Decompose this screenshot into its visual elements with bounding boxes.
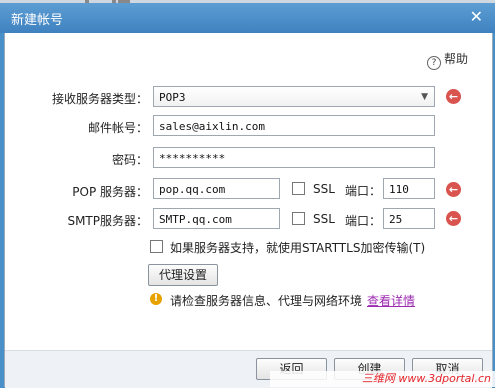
smtp-port-value: 25	[389, 213, 403, 226]
starttls-label[interactable]: 如果服务器支持，就使用STARTTLS加密传输(T)	[170, 239, 425, 256]
password-field[interactable]: **********	[153, 147, 435, 168]
password-label: 密码：	[111, 153, 148, 167]
receive-type-select[interactable]: POP3 ▼	[153, 86, 435, 107]
starttls-checkbox[interactable]	[150, 240, 163, 253]
help-link[interactable]: ? 帮助	[427, 50, 468, 70]
arrow-left-icon[interactable]: ←	[446, 182, 461, 197]
warning-icon: !	[150, 293, 162, 305]
smtp-port-field[interactable]: 25	[383, 208, 435, 229]
pop-port-label: 端口：	[345, 184, 382, 198]
close-icon[interactable]: ✕	[470, 9, 483, 25]
warning-text: 请检查服务器信息、代理与网络环境	[170, 294, 363, 308]
watermark: 三维网 www.3dportal.cn	[270, 371, 495, 387]
email-field[interactable]: sales@aixlin.com	[153, 115, 435, 136]
arrow-left-icon[interactable]: ←	[446, 211, 461, 226]
help-label: 帮助	[444, 52, 469, 66]
chevron-down-icon: ▼	[421, 92, 428, 102]
view-details-link[interactable]: 查看详情	[367, 292, 415, 309]
pop-server-value: pop.qq.com	[159, 183, 226, 196]
pop-server-field[interactable]: pop.qq.com	[153, 178, 280, 199]
smtp-ssl-checkbox[interactable]	[292, 212, 305, 225]
proxy-settings-button[interactable]: 代理设置	[148, 264, 218, 286]
smtp-port-label: 端口：	[345, 214, 382, 228]
receive-type-value: POP3	[159, 91, 186, 104]
email-value: sales@aixlin.com	[159, 120, 265, 133]
email-label: 邮件帐号：	[87, 121, 148, 135]
dialog-title: 新建帐号	[11, 13, 64, 28]
pop-port-field[interactable]: 110	[383, 178, 435, 199]
smtp-server-label: SMTP服务器：	[67, 214, 148, 228]
dialog-titlebar[interactable]: 新建帐号 ✕	[0, 3, 495, 33]
arrow-left-icon[interactable]: ←	[446, 89, 461, 104]
pop-ssl-label: SSL	[313, 182, 335, 196]
smtp-server-value: SMTP.qq.com	[159, 213, 232, 226]
dialog-body: ? 帮助 接收服务器类型： POP3 ▼ ← 邮件帐号： sales@aixlin…	[4, 33, 493, 388]
smtp-server-field[interactable]: SMTP.qq.com	[153, 208, 280, 229]
password-value: **********	[159, 152, 226, 165]
pop-ssl-checkbox[interactable]	[292, 182, 305, 195]
receive-type-label: 接收服务器类型：	[51, 92, 148, 106]
help-icon: ?	[427, 56, 441, 70]
pop-port-value: 110	[389, 183, 409, 196]
smtp-ssl-label: SSL	[313, 212, 335, 226]
pop-server-label: POP 服务器：	[72, 185, 148, 199]
